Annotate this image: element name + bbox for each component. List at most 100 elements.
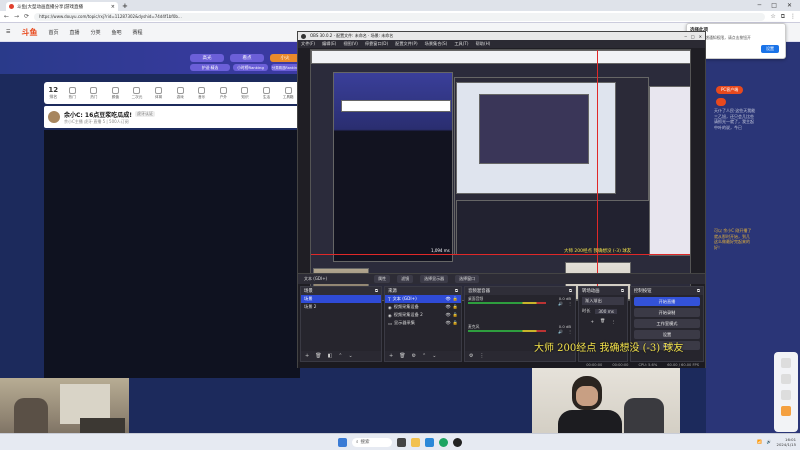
chip-watch[interactable]: 看点 <box>230 54 264 62</box>
undock-icon[interactable]: ⧉ <box>697 288 700 294</box>
undock-icon[interactable]: ⧉ <box>569 288 572 294</box>
browser-tab[interactable]: 斗鱼|大型动画直播分享|游戏直播 × <box>6 2 118 11</box>
mixer-settings-icon[interactable]: ⚙ <box>469 353 473 359</box>
close-promo-icon[interactable] <box>716 98 726 106</box>
gift-icon[interactable] <box>781 374 791 384</box>
notification-settings-button[interactable]: 设置 <box>761 45 779 53</box>
filters-button[interactable]: 滤镜 <box>397 275 414 283</box>
menu-tools[interactable]: 工具(T) <box>454 41 468 47</box>
category-item[interactable]: 颜值 <box>108 86 124 100</box>
category-item[interactable]: 音乐 <box>194 86 210 100</box>
scene-item[interactable]: 场景 <box>301 295 381 303</box>
volume-icon[interactable]: 🔊 <box>767 439 772 444</box>
source-item[interactable]: ◉ 视频采集设备 👁 🔒 <box>385 303 461 311</box>
lock-icon[interactable]: 🔒 <box>453 304 458 310</box>
menu-file[interactable]: 文件(F) <box>301 41 315 47</box>
channel-settings-icon[interactable]: ⋮ <box>568 329 572 334</box>
start-streaming-button[interactable]: 开始直播 <box>634 297 700 306</box>
studio-mode-button[interactable]: 工作室模式 <box>634 319 700 328</box>
hamburger-icon[interactable]: ☰ <box>6 29 10 35</box>
task-view-icon[interactable] <box>397 437 406 447</box>
nav-live[interactable]: 直播 <box>70 29 80 36</box>
category-item[interactable]: 二次元 <box>129 86 145 100</box>
menu-profile[interactable]: 配置文件(P) <box>395 41 418 47</box>
menu-help[interactable]: 帮助(H) <box>476 41 491 47</box>
duration-input[interactable]: 300 ms <box>595 308 617 314</box>
url-input[interactable]: https://www.douyu.com/topic/rxj?rid=1128… <box>34 12 766 21</box>
speaker-icon[interactable]: 🔊 <box>558 301 563 306</box>
pc-client-button[interactable]: PC客户端 <box>716 86 744 94</box>
lock-icon[interactable]: 🔒 <box>453 320 458 326</box>
undock-icon[interactable]: ⧉ <box>455 288 458 294</box>
scene-item[interactable]: 场景 2 <box>301 303 381 311</box>
source-item[interactable]: ◉ 视频采集设备 2 👁 🔒 <box>385 311 461 319</box>
taskbar-clock[interactable]: 16:01 2024/1/15 <box>777 437 796 447</box>
select-display-button[interactable]: 选择显示器 <box>420 275 449 283</box>
top-icon[interactable] <box>781 406 791 416</box>
file-explorer-icon[interactable] <box>411 437 420 447</box>
remove-transition-icon[interactable]: 🗑 <box>600 318 605 324</box>
close-tab-icon[interactable]: × <box>111 4 115 10</box>
lock-icon[interactable]: 🔒 <box>453 312 458 318</box>
transition-select[interactable]: 渐入渐出 <box>582 297 624 305</box>
chrome-icon[interactable] <box>439 437 448 447</box>
start-recording-button[interactable]: 开始录制 <box>634 308 700 317</box>
source-item[interactable]: T 文本 (GDI+) 👁 🔒 <box>385 295 461 303</box>
speaker-icon[interactable]: 🔊 <box>558 329 563 334</box>
eye-icon[interactable]: 👁 <box>445 304 450 310</box>
scene-filter-icon[interactable]: ◧ <box>328 353 333 359</box>
remove-scene-icon[interactable]: 🗑 <box>315 353 321 359</box>
category-item[interactable]: 工具箱 <box>280 86 296 100</box>
move-down-icon[interactable]: ⌄ <box>349 353 353 359</box>
category-item[interactable]: 体育 <box>151 86 167 100</box>
undock-icon[interactable]: ⧉ <box>375 288 378 294</box>
maximize-icon[interactable]: □ <box>691 34 695 39</box>
eye-icon[interactable]: 👁 <box>445 312 450 318</box>
add-source-icon[interactable]: + <box>389 353 393 359</box>
close-window-icon[interactable]: ✕ <box>787 2 792 9</box>
taskbar-search[interactable]: ⌕ 搜索 <box>352 437 392 447</box>
avatar[interactable] <box>48 111 60 123</box>
menu-docks[interactable]: 停靠窗口(D) <box>365 41 388 47</box>
edge-icon[interactable] <box>425 437 434 447</box>
wifi-icon[interactable]: 📶 <box>757 439 762 444</box>
reload-icon[interactable]: ⟳ <box>24 13 29 20</box>
forward-icon[interactable]: → <box>14 13 19 20</box>
new-tab-icon[interactable]: + <box>122 2 128 10</box>
properties-button[interactable]: 属性 <box>374 275 391 283</box>
lock-icon[interactable]: 🔒 <box>453 296 458 302</box>
category-item[interactable]: 户外 <box>216 86 232 100</box>
nav-yuba[interactable]: 鱼吧 <box>112 29 122 36</box>
chip-escort[interactable]: 护送·精选 <box>190 64 230 71</box>
add-scene-icon[interactable]: + <box>305 353 309 359</box>
transition-menu-icon[interactable]: ⋮ <box>611 319 615 324</box>
settings-button[interactable]: 设置 <box>634 330 700 339</box>
eye-icon[interactable]: 👁 <box>445 296 450 302</box>
eye-icon[interactable]: 👁 <box>445 320 450 326</box>
mixer-menu-icon[interactable]: ⋮ <box>479 353 484 359</box>
minimize-icon[interactable]: ─ <box>758 2 762 9</box>
move-up-icon[interactable]: ⌃ <box>338 353 342 359</box>
chat-icon[interactable] <box>781 358 791 368</box>
chip-cat-rank[interactable]: 分类精选Ranking <box>271 64 300 71</box>
menu-scene-collection[interactable]: 场景集合(S) <box>425 41 448 47</box>
menu-dots-icon[interactable]: ⋮ <box>790 13 796 20</box>
category-item[interactable]: 热门 <box>64 86 80 100</box>
star-icon[interactable]: ☆ <box>770 13 775 20</box>
select-window-button[interactable]: 选择窗口 <box>455 275 480 283</box>
source-item[interactable]: ▭ 显示器采集 👁 🔒 <box>385 319 461 327</box>
chip-highlight[interactable]: 高光 <box>190 54 224 62</box>
obs-taskbar-icon[interactable] <box>453 437 462 447</box>
nav-home[interactable]: 首页 <box>48 29 58 36</box>
share-icon[interactable] <box>781 390 791 400</box>
category-item[interactable]: 热门 <box>86 86 102 100</box>
source-settings-icon[interactable]: ⚙ <box>412 353 416 359</box>
undock-icon[interactable]: ⧉ <box>621 288 624 294</box>
maximize-icon[interactable]: □ <box>771 2 777 9</box>
category-item[interactable]: 游戏 <box>172 86 188 100</box>
close-window-icon[interactable]: ✕ <box>699 34 702 39</box>
post-title[interactable]: 余小C: 16点豆浆吃瓜成! <box>64 110 132 119</box>
menu-edit[interactable]: 编辑(E) <box>322 41 336 47</box>
menu-view[interactable]: 视图(V) <box>343 41 358 47</box>
channel-settings-icon[interactable]: ⋮ <box>568 301 572 306</box>
